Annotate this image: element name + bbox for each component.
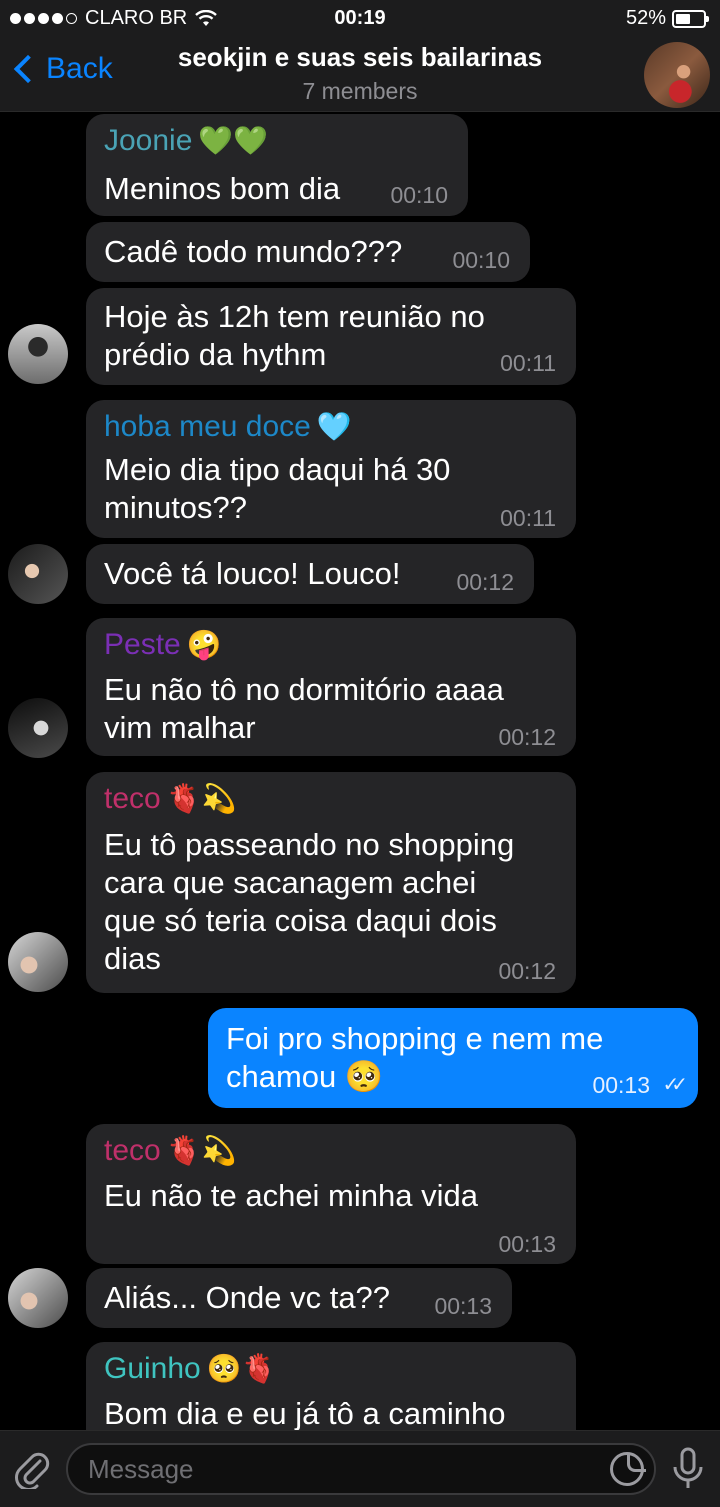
sender-name: hoba meu doce 🩵 (104, 410, 352, 444)
sender-name: Peste 🤪 (104, 628, 222, 662)
message-bubble[interactable]: teco 🫀💫 Eu tô passeando no shopping cara … (86, 772, 576, 993)
message-text: Bom dia e eu já tô a caminho (104, 1396, 506, 1430)
battery-icon (672, 9, 709, 28)
message-text: Eu tô passeando no shopping cara que sac… (104, 827, 515, 976)
message-text: Aliás... Onde vc ta?? (104, 1280, 391, 1315)
message-time: 00:13 (434, 1293, 492, 1319)
message-time: 00:12 (498, 958, 556, 984)
paperclip-icon[interactable] (14, 1449, 50, 1489)
message-time: 00:12 (456, 569, 514, 595)
message-time: 00:11 (500, 350, 556, 376)
message-text: Eu não tô no dormitório aaaa vim malhar (104, 672, 504, 745)
sender-name: teco 🫀💫 (104, 1134, 236, 1168)
message-bubble[interactable]: teco 🫀💫 Eu não te achei minha vida 00:13 (86, 1124, 576, 1264)
sender-emoji: 🤪 (186, 629, 222, 660)
microphone-icon[interactable] (670, 1447, 706, 1491)
message-time: 00:12 (498, 724, 556, 750)
avatar[interactable] (8, 544, 68, 604)
sender-emoji: 💚💚 (198, 125, 269, 156)
message-field[interactable] (66, 1443, 656, 1495)
sender-label: Peste (104, 628, 181, 661)
group-avatar[interactable] (644, 42, 710, 108)
message-bubble[interactable]: Guinho 🥺🫀 Bom dia e eu já tô a caminho (86, 1342, 576, 1430)
sender-label: hoba meu doce (104, 410, 311, 443)
sender-label: Guinho (104, 1352, 201, 1385)
message-time: 00:11 (500, 505, 556, 531)
chat-title[interactable]: seokjin e suas seis bailarinas (0, 42, 720, 73)
message-time: 00:10 (390, 182, 448, 208)
message-input[interactable] (88, 1445, 588, 1493)
sender-name: Guinho 🥺🫀 (104, 1352, 276, 1386)
message-text: Cadê todo mundo??? (104, 234, 403, 269)
message-bubble[interactable]: Cadê todo mundo??? 00:10 (86, 222, 530, 282)
avatar[interactable] (8, 698, 68, 758)
sender-emoji: 🩵 (316, 411, 352, 442)
sender-label: teco (104, 782, 161, 815)
status-bar: CLARO BR 00:19 52% (0, 0, 720, 38)
chat-subtitle: 7 members (302, 78, 418, 104)
sticker-icon[interactable] (610, 1452, 646, 1486)
message-time: 00:13 (592, 1072, 650, 1098)
outgoing-message-bubble[interactable]: Foi pro shopping e nem me chamou 🥺 00:13… (208, 1008, 698, 1108)
sender-emoji: 🥺🫀 (206, 1353, 277, 1384)
message-bubble[interactable]: Aliás... Onde vc ta?? 00:13 (86, 1268, 512, 1328)
message-text: Foi pro shopping e nem me chamou 🥺 (226, 1021, 604, 1094)
status-time: 00:19 (334, 7, 386, 29)
message-text: Meio dia tipo daqui há 30 minutos?? (104, 452, 451, 525)
sender-name: Joonie 💚💚 (104, 124, 268, 158)
sender-label: teco (104, 1134, 161, 1167)
sender-emoji: 🫀💫 (166, 1135, 237, 1166)
message-text: Eu não te achei minha vida (104, 1178, 478, 1213)
message-text: Você tá louco! Louco! (104, 556, 401, 591)
composer-bar (0, 1430, 720, 1507)
message-list[interactable]: Joonie 💚💚 Meninos bom dia 00:10 Cadê todo… (0, 112, 720, 1430)
sender-name: teco 🫀💫 (104, 782, 236, 816)
message-bubble[interactable]: Joonie 💚💚 Meninos bom dia 00:10 (86, 114, 468, 216)
avatar[interactable] (8, 1268, 68, 1328)
message-bubble[interactable]: Peste 🤪 Eu não tô no dormitório aaaa vim … (86, 618, 576, 756)
message-bubble[interactable]: hoba meu doce 🩵 Meio dia tipo daqui há 30… (86, 400, 576, 538)
message-bubble[interactable]: Você tá louco! Louco! 00:12 (86, 544, 534, 604)
message-time: 00:13 (498, 1231, 556, 1257)
message-time: 00:10 (452, 247, 510, 273)
sender-label: Joonie (104, 124, 193, 157)
status-right: 52% (625, 7, 709, 30)
avatar[interactable] (8, 932, 68, 992)
message-text: Hoje às 12h tem reunião no prédio da hyt… (104, 299, 485, 372)
message-bubble[interactable]: Hoje às 12h tem reunião no prédio da hyt… (86, 288, 576, 385)
message-text: Meninos bom dia (104, 171, 341, 206)
sender-emoji: 🫀💫 (166, 783, 237, 814)
battery-percent: 52% (625, 7, 666, 29)
avatar[interactable] (8, 324, 68, 384)
chat-header: Back seokjin e suas seis bailarinas 7 me… (0, 38, 720, 112)
read-checkmarks-icon: ✓✓ (662, 1074, 687, 1096)
